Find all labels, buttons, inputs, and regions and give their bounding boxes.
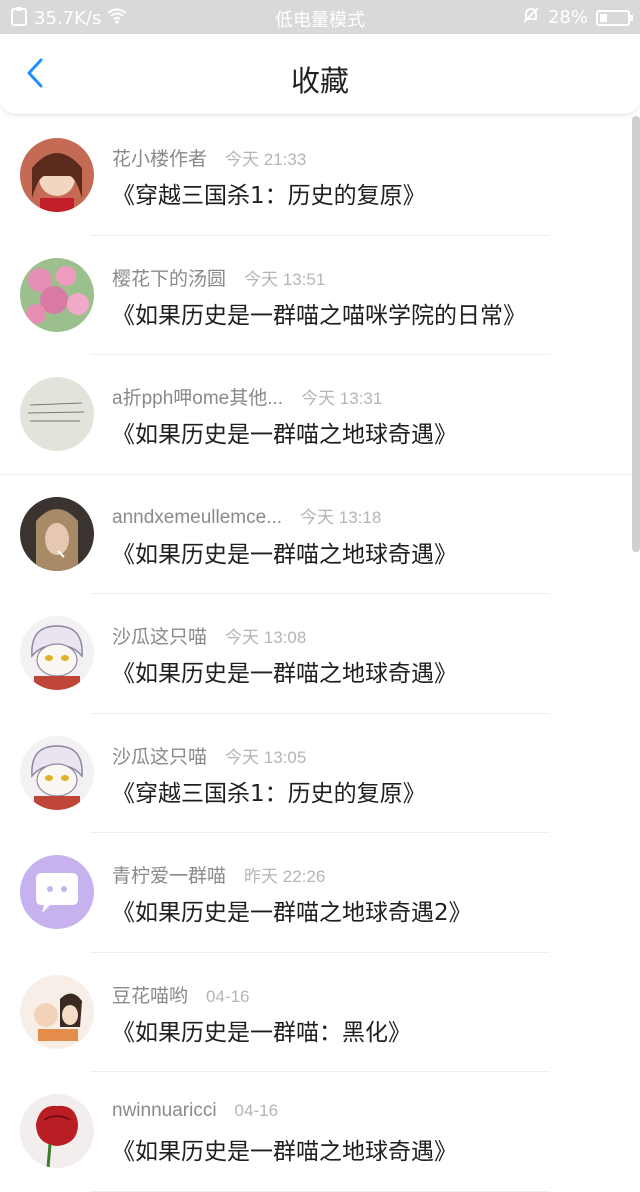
item-title: 《如果历史是一群喵之地球奇遇》: [112, 422, 457, 448]
timestamp: 今天 13:08: [225, 628, 307, 647]
avatar: [20, 1094, 94, 1168]
timestamp: 今天 13:05: [225, 747, 307, 767]
author-name: a折pph呷ome其他...: [112, 388, 284, 409]
timestamp: 今天 13:51: [244, 269, 326, 289]
author-name: anndxemeullemce...: [112, 506, 283, 528]
item-title: 《穿越三国杀1：历史的复原》: [112, 183, 426, 209]
list-item[interactable]: 豆花喵哟 04-16 《如果历史是一群喵：黑化》: [0, 953, 640, 1072]
item-title: 《如果历史是一群喵之地球奇遇》: [112, 1139, 457, 1165]
status-bar: 35.7K/s 低电量模式 28%: [0, 0, 640, 34]
author-name: nwinnuaricci: [112, 1100, 217, 1121]
timestamp: 04-16: [206, 986, 250, 1006]
item-title: 《穿越三国杀1：历史的复原》: [112, 780, 426, 807]
author-name: 花小楼作者: [112, 149, 208, 170]
divider: [90, 1190, 550, 1192]
list-item[interactable]: anndxemeullemce... 今天 13:18 《如果历史是一群喵之地球奇…: [0, 475, 640, 594]
list-item[interactable]: 花小楼作者 今天 21:33 《穿越三国杀1：历史的复原》: [0, 116, 640, 236]
list-item[interactable]: 青柠爱一群喵 昨天 22:26 《如果历史是一群喵之地球奇遇2》: [0, 833, 640, 953]
avatar: [20, 616, 94, 690]
avatar: [20, 377, 94, 451]
author-name: 青柠爱一群喵: [112, 866, 227, 887]
avatar: [20, 974, 94, 1049]
battery-percent: 28%: [547, 7, 588, 28]
item-title: 《如果历史是一群喵之喵咪学院的日常》: [112, 302, 526, 329]
status-right: 28%: [522, 6, 633, 29]
timestamp: 04-16: [234, 1101, 279, 1120]
scrollbar[interactable]: [632, 116, 640, 552]
favorites-list: 花小楼作者 今天 21:33 《穿越三国杀1：历史的复原》 樱花下的汤圆 今天 13…: [0, 116, 640, 1192]
timestamp: 今天 13:31: [301, 389, 383, 408]
timestamp: 今天 13:18: [300, 507, 382, 527]
list-item[interactable]: nwinnuaricci 04-16 《如果历史是一群喵之地球奇遇》: [0, 1072, 640, 1192]
item-title: 《如果历史是一群喵之地球奇遇》: [112, 661, 457, 687]
battery-icon: [596, 9, 633, 26]
timestamp: 今天 21:33: [225, 150, 307, 169]
author-name: 沙瓜这只喵: [112, 627, 208, 648]
item-title: 《如果历史是一群喵：黑化》: [112, 1019, 411, 1046]
avatar: [20, 735, 94, 810]
avatar: [20, 496, 94, 571]
item-title: 《如果历史是一群喵之地球奇遇2》: [112, 900, 472, 926]
timestamp: 昨天 22:26: [244, 867, 326, 886]
avatar: [20, 138, 94, 212]
bell-off-icon: [522, 6, 540, 29]
header: 收藏: [0, 34, 640, 115]
page-title: 收藏: [290, 64, 349, 98]
author-name: 沙瓜这只喵: [112, 746, 208, 768]
avatar: [20, 855, 94, 929]
list-item[interactable]: 沙瓜这只喵 今天 13:08 《如果历史是一群喵之地球奇遇》: [0, 594, 640, 714]
list-item[interactable]: 沙瓜这只喵 今天 13:05 《穿越三国杀1：历史的复原》: [0, 714, 640, 833]
author-name: 豆花喵哟: [112, 985, 189, 1007]
list-item[interactable]: 樱花下的汤圆 今天 13:51 《如果历史是一群喵之喵咪学院的日常》: [0, 236, 640, 355]
avatar: [20, 257, 94, 332]
item-title: 《如果历史是一群喵之地球奇遇》: [112, 541, 457, 568]
author-name: 樱花下的汤圆: [112, 268, 227, 290]
list-item[interactable]: a折pph呷ome其他... 今天 13:31 《如果历史是一群喵之地球奇遇》: [0, 355, 640, 475]
